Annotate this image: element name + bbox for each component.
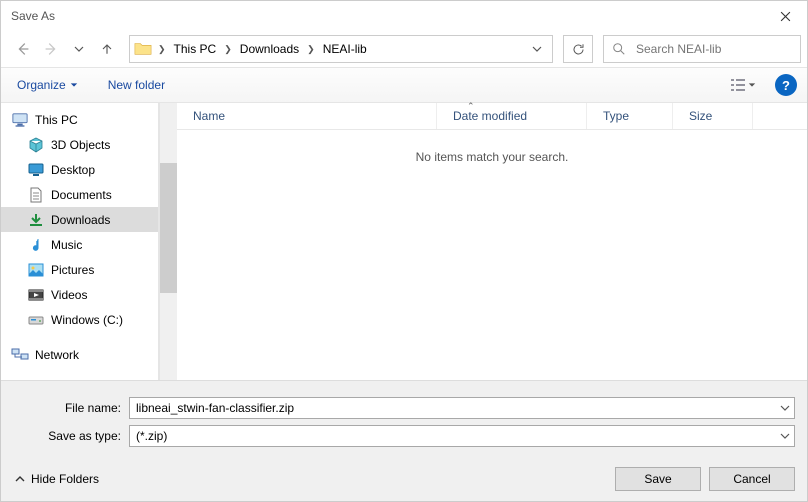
breadcrumb-seg-2[interactable]: NEAI-lib (319, 40, 371, 58)
tree-item-label: Network (35, 348, 79, 362)
back-button[interactable] (11, 37, 35, 61)
desktop-icon (27, 161, 45, 179)
tree-item-label: Videos (51, 288, 87, 302)
chevron-up-icon (15, 474, 25, 484)
documents-icon (27, 186, 45, 204)
col-header-name[interactable]: Name (177, 103, 437, 129)
window-title: Save As (11, 9, 55, 23)
bottom-panel: File name: Save as type: (*.zip) Hide Fo… (1, 380, 807, 501)
tree-item-music[interactable]: Music (1, 232, 158, 257)
cancel-button[interactable]: Cancel (709, 467, 795, 491)
hide-folders-label: Hide Folders (31, 472, 99, 486)
file-list[interactable]: No items match your search. (177, 130, 807, 380)
folder-icon (134, 40, 152, 58)
file-panel: ⌃ Name Date modified Type Size No items … (177, 103, 807, 380)
filename-label: File name: (13, 401, 129, 415)
pc-icon (11, 111, 29, 129)
tree-root-thispc[interactable]: This PC (1, 107, 158, 132)
breadcrumb: This PC ❯ Downloads ❯ NEAI-lib (170, 40, 526, 58)
body: This PC 3D Objects Desktop Documents Dow… (1, 103, 807, 380)
up-button[interactable] (95, 37, 119, 61)
search-box[interactable] (603, 35, 801, 63)
filename-input[interactable] (130, 398, 776, 418)
videos-icon (27, 286, 45, 304)
savetype-value: (*.zip) (130, 429, 776, 443)
titlebar: Save As (1, 1, 807, 31)
organize-button[interactable]: Organize (11, 74, 84, 96)
save-button[interactable]: Save (615, 467, 701, 491)
chevron-down-icon (70, 81, 78, 89)
chevron-right-icon: ❯ (222, 44, 234, 55)
tree-item-network[interactable]: Network (1, 342, 158, 367)
empty-message: No items match your search. (416, 150, 569, 164)
downloads-icon (27, 211, 45, 229)
search-icon (612, 42, 626, 56)
chevron-right-icon: ❯ (305, 44, 317, 55)
toolbar: Organize New folder ? (1, 67, 807, 103)
savetype-dropdown[interactable] (776, 431, 794, 441)
tree-item-desktop[interactable]: Desktop (1, 157, 158, 182)
tree-item-label: Windows (C:) (51, 313, 123, 327)
col-header-date[interactable]: Date modified (437, 103, 587, 129)
network-icon (11, 346, 29, 364)
tree-item-label: Downloads (51, 213, 110, 227)
tree-item-label: Documents (51, 188, 112, 202)
tree-item-3dobjects[interactable]: 3D Objects (1, 132, 158, 157)
filename-combobox[interactable] (129, 397, 795, 419)
3dobjects-icon (27, 136, 45, 154)
tree-root-label: This PC (35, 113, 78, 127)
tree-item-videos[interactable]: Videos (1, 282, 158, 307)
new-folder-label: New folder (108, 78, 165, 92)
search-input[interactable] (636, 42, 792, 56)
tree-item-label: Pictures (51, 263, 94, 277)
organize-label: Organize (17, 78, 66, 92)
tree-item-label: Music (51, 238, 82, 252)
breadcrumb-seg-1[interactable]: Downloads (236, 40, 303, 58)
col-header-size[interactable]: Size (673, 103, 753, 129)
chevron-right-icon: ❯ (158, 44, 170, 55)
close-button[interactable] (763, 1, 807, 31)
view-options-button[interactable] (723, 73, 763, 97)
help-icon: ? (782, 78, 790, 93)
tree-item-label: 3D Objects (51, 138, 110, 152)
tree-item-label: Desktop (51, 163, 95, 177)
chevron-down-icon (748, 81, 756, 89)
tree-item-documents[interactable]: Documents (1, 182, 158, 207)
tree-item-drive-c[interactable]: Windows (C:) (1, 307, 158, 332)
tree-item-downloads[interactable]: Downloads (1, 207, 158, 232)
savetype-combobox[interactable]: (*.zip) (129, 425, 795, 447)
savetype-label: Save as type: (13, 429, 129, 443)
refresh-button[interactable] (563, 35, 593, 63)
column-headers: ⌃ Name Date modified Type Size (177, 103, 807, 130)
forward-button[interactable] (39, 37, 63, 61)
help-button[interactable]: ? (775, 74, 797, 96)
nav-row: ❯ This PC ❯ Downloads ❯ NEAI-lib (1, 31, 807, 67)
address-dropdown[interactable] (526, 44, 548, 54)
tree-scrollbar[interactable] (159, 103, 177, 380)
music-icon (27, 236, 45, 254)
scrollbar-thumb[interactable] (160, 163, 177, 293)
pictures-icon (27, 261, 45, 279)
new-folder-button[interactable]: New folder (102, 74, 171, 96)
folder-tree: This PC 3D Objects Desktop Documents Dow… (1, 103, 159, 380)
sort-indicator-icon: ⌃ (467, 101, 475, 112)
hide-folders-button[interactable]: Hide Folders (13, 472, 99, 486)
col-header-type[interactable]: Type (587, 103, 673, 129)
filename-dropdown[interactable] (776, 403, 794, 413)
breadcrumb-seg-0[interactable]: This PC (170, 40, 221, 58)
save-as-dialog: Save As ❯ This PC ❯ Downloads (0, 0, 808, 502)
address-bar[interactable]: ❯ This PC ❯ Downloads ❯ NEAI-lib (129, 35, 553, 63)
recent-locations-button[interactable] (67, 37, 91, 61)
tree-item-pictures[interactable]: Pictures (1, 257, 158, 282)
drive-icon (27, 311, 45, 329)
